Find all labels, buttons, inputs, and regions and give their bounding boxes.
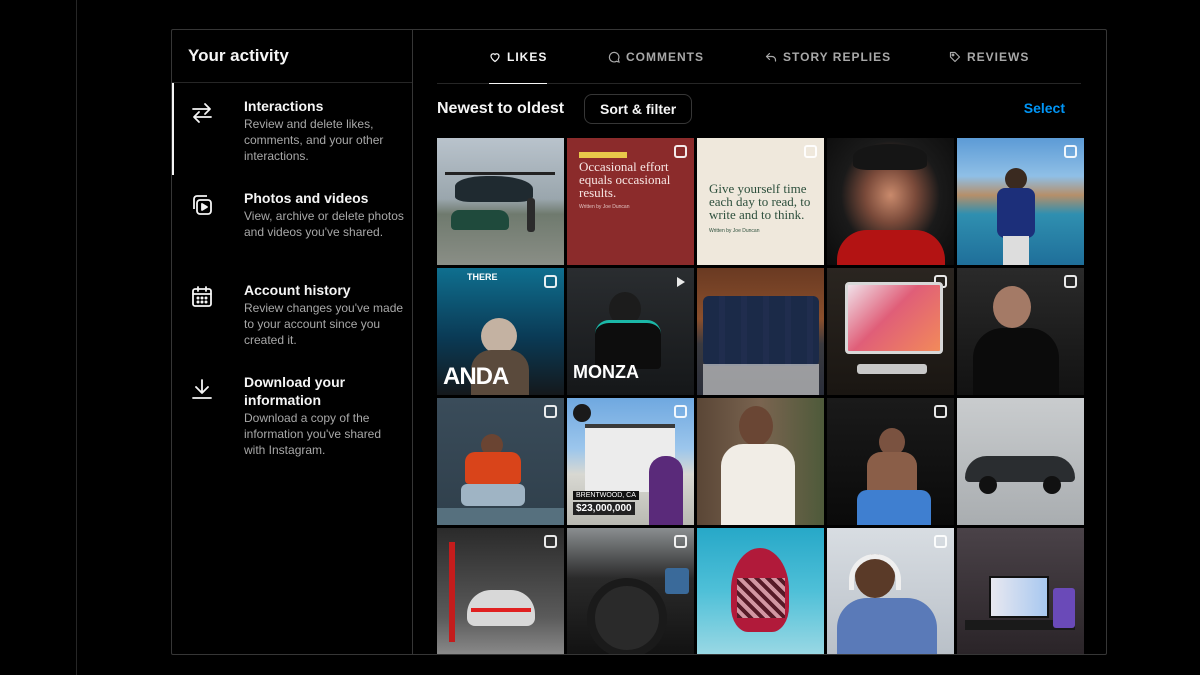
calendar-icon — [190, 285, 214, 309]
post-quote-text: Occasional effort equals occasional resu… — [579, 159, 671, 210]
carousel-badge-icon — [544, 405, 557, 418]
liked-post-tile[interactable]: Occasional effort equals occasional resu… — [567, 138, 694, 265]
video-badge-icon — [673, 275, 687, 289]
carousel-badge-icon — [934, 535, 947, 548]
tab-label: REVIEWS — [967, 49, 1030, 64]
activity-tabs: LIKES COMMENTS STORY REPLIES REVIEWS — [437, 30, 1081, 84]
tag-icon — [949, 51, 961, 63]
activity-sidebar: Your activity Interactions Review and de… — [172, 30, 413, 654]
carousel-badge-icon — [934, 405, 947, 418]
tab-label: LIKES — [507, 49, 548, 64]
carousel-badge-icon — [1064, 275, 1077, 288]
sidebar-item-label: Photos and videos — [244, 190, 369, 206]
sort-order-label: Newest to oldest — [437, 100, 565, 117]
sidebar-item-interactions[interactable]: Interactions Review and delete likes, co… — [172, 83, 412, 175]
likes-toolbar: Newest to oldest Sort & filter Select — [437, 93, 1065, 127]
liked-post-tile[interactable] — [827, 528, 954, 654]
liked-post-tile[interactable]: MONZA — [567, 268, 694, 395]
sidebar-item-download-info[interactable]: Download your information Download a cop… — [172, 359, 412, 457]
carousel-badge-icon — [804, 145, 817, 158]
liked-post-tile[interactable] — [437, 398, 564, 525]
tab-reviews[interactable]: REVIEWS — [949, 30, 1029, 83]
tab-comments[interactable]: COMMENTS — [608, 30, 704, 83]
liked-post-tile[interactable] — [567, 528, 694, 654]
carousel-badge-icon — [674, 145, 687, 158]
sidebar-item-desc: Review changes you've made to your accou… — [244, 301, 404, 347]
liked-post-tile[interactable] — [957, 268, 1084, 395]
liked-post-tile[interactable] — [957, 138, 1084, 265]
carousel-badge-icon — [1064, 145, 1077, 158]
liked-post-tile[interactable] — [957, 528, 1084, 654]
liked-post-tile[interactable] — [697, 528, 824, 654]
liked-posts-grid: Occasional effort equals occasional resu… — [437, 138, 1084, 654]
liked-post-tile[interactable] — [827, 268, 954, 395]
carousel-badge-icon — [544, 275, 557, 288]
arrows-swap-icon — [190, 101, 214, 125]
liked-post-tile[interactable] — [827, 398, 954, 525]
activity-main: LIKES COMMENTS STORY REPLIES REVIEWS New… — [413, 30, 1106, 654]
sidebar-title: Your activity — [172, 30, 412, 83]
liked-post-tile[interactable]: THERE ANDA — [437, 268, 564, 395]
carousel-badge-icon — [674, 535, 687, 548]
liked-post-tile[interactable] — [437, 528, 564, 654]
post-overlay-text: THERE — [467, 272, 498, 282]
tab-likes[interactable]: LIKES — [489, 30, 548, 84]
post-overlay-text: $23,000,000 — [573, 502, 635, 515]
tab-label: COMMENTS — [626, 49, 704, 64]
sidebar-item-desc: View, archive or delete photos and video… — [244, 209, 404, 239]
liked-post-tile[interactable]: Give yourself time each day to read, to … — [697, 138, 824, 265]
sidebar-item-desc: Review and delete likes, comments, and y… — [244, 117, 384, 163]
sort-filter-button[interactable]: Sort & filter — [584, 94, 693, 124]
liked-post-tile[interactable]: BRENTWOOD, CA $23,000,000 — [567, 398, 694, 525]
left-rail-divider — [76, 0, 77, 675]
carousel-badge-icon — [544, 535, 557, 548]
liked-post-tile[interactable] — [957, 398, 1084, 525]
comment-icon — [608, 51, 620, 63]
tab-label: STORY REPLIES — [783, 49, 892, 64]
download-icon — [190, 377, 214, 401]
sidebar-item-label: Download your information — [244, 374, 346, 408]
post-quote-text: Give yourself time each day to read, to … — [709, 181, 811, 234]
heart-icon — [489, 51, 501, 63]
post-overlay-text: BRENTWOOD, CA — [573, 491, 639, 500]
photo-video-icon — [190, 193, 214, 217]
reply-icon — [765, 51, 777, 63]
select-link[interactable]: Select — [1024, 100, 1065, 116]
sidebar-item-label: Interactions — [244, 98, 324, 114]
sidebar-item-desc: Download a copy of the information you'v… — [244, 411, 382, 457]
liked-post-tile[interactable] — [437, 138, 564, 265]
liked-post-tile[interactable] — [697, 398, 824, 525]
sidebar-item-photos-videos[interactable]: Photos and videos View, archive or delet… — [172, 175, 412, 267]
sidebar-item-label: Account history — [244, 282, 351, 298]
carousel-badge-icon — [674, 405, 687, 418]
liked-post-tile[interactable] — [697, 268, 824, 395]
sidebar-item-account-history[interactable]: Account history Review changes you've ma… — [172, 267, 412, 359]
activity-panel: Your activity Interactions Review and de… — [171, 29, 1107, 655]
tab-story-replies[interactable]: STORY REPLIES — [765, 30, 891, 83]
liked-post-tile[interactable] — [827, 138, 954, 265]
